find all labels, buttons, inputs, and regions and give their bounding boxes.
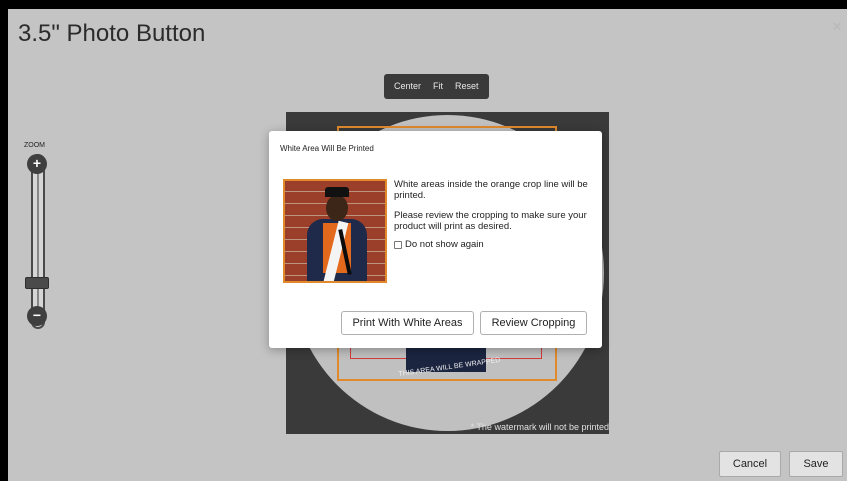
print-with-white-areas-button[interactable]: Print With White Areas [341,311,474,335]
dialog-photo-thumbnail [283,179,387,283]
cancel-button[interactable]: Cancel [719,451,781,477]
save-button[interactable]: Save [789,451,843,477]
review-cropping-button[interactable]: Review Cropping [480,311,587,335]
do-not-show-again-checkbox[interactable] [394,240,402,249]
dialog-message: White areas inside the orange crop line … [394,179,594,250]
dialog-title: White Area Will Be Printed [280,144,374,153]
person-hat [325,187,349,197]
zoom-slider-handle[interactable] [25,277,49,289]
zoom-slider-rail [37,166,39,316]
fit-button[interactable]: Fit [427,74,449,99]
page-title: 3.5" Photo Button [18,20,206,47]
dialog-message-white-areas: White areas inside the orange crop line … [394,179,588,201]
watermark-note: * The watermark will not be printed [470,422,609,432]
crop-toolbar: Center Fit Reset [384,74,489,99]
do-not-show-again-label[interactable]: Do not show again [405,239,484,250]
person-head [326,195,348,221]
dialog-message-review: Please review the cropping to make sure … [394,210,587,232]
close-icon[interactable]: ✕ [831,20,843,33]
zoom-label: ZOOM [24,142,45,149]
zoom-in-icon[interactable]: + [27,154,47,174]
reset-button[interactable]: Reset [449,74,485,99]
center-button[interactable]: Center [388,74,427,99]
zoom-slider-track[interactable] [31,154,45,329]
do-not-show-again-row[interactable]: Do not show again [394,239,594,250]
zoom-out-icon[interactable]: − [27,306,47,326]
white-area-dialog: White Area Will Be Printed White areas i… [269,131,602,348]
